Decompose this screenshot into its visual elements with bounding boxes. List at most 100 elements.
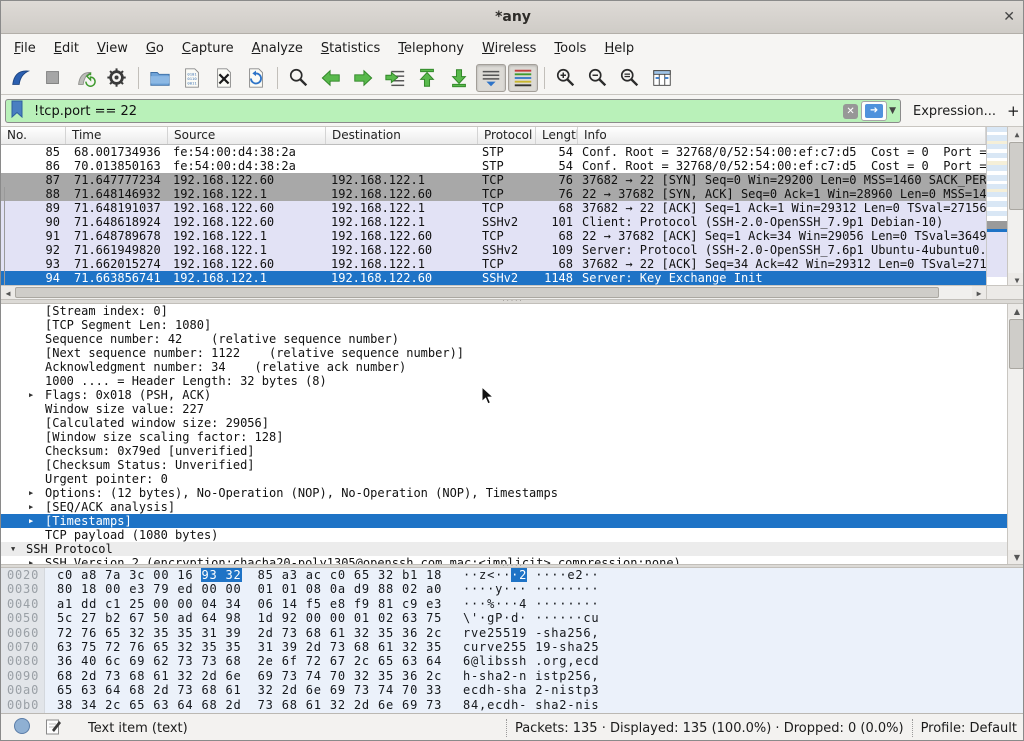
- packet-row-89[interactable]: 8971.648191037192.168.122.60192.168.122.…: [1, 201, 986, 215]
- close-file-button[interactable]: [209, 64, 239, 92]
- open-file-button[interactable]: [145, 64, 175, 92]
- packet-row-85[interactable]: 8568.001734936fe:54:00:d4:38:2aSTP54Conf…: [1, 145, 986, 159]
- display-filter-field[interactable]: ✕ ➜ ▼: [5, 99, 901, 123]
- expand-arrow-icon[interactable]: ▶: [29, 500, 33, 514]
- hex-row-00a0[interactable]: 00a065 63 64 68 2d 73 68 61 32 2d 6e 69 …: [1, 683, 1024, 697]
- detail-line[interactable]: 1000 .... = Header Length: 32 bytes (8): [1, 374, 1007, 388]
- detail-line[interactable]: [Next sequence number: 1122 (relative se…: [1, 346, 1007, 360]
- scroll-up-icon[interactable]: ▲: [1008, 127, 1024, 141]
- capture-options-button[interactable]: [102, 64, 132, 92]
- go-back-button[interactable]: [316, 64, 346, 92]
- hex-row-0050[interactable]: 00505c 27 b2 67 50 ad 64 98 1d 92 00 00 …: [1, 611, 1024, 625]
- column-header-time[interactable]: Time: [66, 127, 168, 144]
- zoom-out-button[interactable]: [583, 64, 613, 92]
- hex-row-0070[interactable]: 007063 75 72 76 65 32 35 35 31 39 2d 73 …: [1, 640, 1024, 654]
- packet-list-hscroll-thumb[interactable]: [15, 287, 939, 298]
- filter-bookmark-icon[interactable]: [10, 100, 24, 122]
- find-packet-button[interactable]: [284, 64, 314, 92]
- go-to-packet-button[interactable]: [380, 64, 410, 92]
- column-header-protocol[interactable]: Protocol: [478, 127, 536, 144]
- display-filter-input[interactable]: [32, 103, 843, 120]
- add-filter-button[interactable]: +: [1007, 102, 1020, 120]
- hex-row-0090[interactable]: 009068 2d 73 68 61 32 2d 6e 69 73 74 70 …: [1, 669, 1024, 683]
- colorize-toggle[interactable]: [508, 64, 538, 92]
- filter-dropdown-icon[interactable]: ▼: [889, 106, 896, 116]
- packet-row-91[interactable]: 9171.648789678192.168.122.1192.168.122.6…: [1, 229, 986, 243]
- stop-capture-button[interactable]: [38, 64, 68, 92]
- detail-line[interactable]: Window size value: 227: [1, 402, 1007, 416]
- go-to-bottom-button[interactable]: [444, 64, 474, 92]
- hex-row-0030[interactable]: 003080 18 00 e3 79 ed 00 00 01 01 08 0a …: [1, 582, 1024, 596]
- go-to-top-button[interactable]: [412, 64, 442, 92]
- hex-row-0080[interactable]: 008036 40 6c 69 62 73 73 68 2e 6f 72 67 …: [1, 654, 1024, 668]
- title-bar[interactable]: *any ✕: [1, 1, 1024, 34]
- go-forward-button[interactable]: [348, 64, 378, 92]
- detail-line[interactable]: Sequence number: 42 (relative sequence n…: [1, 332, 1007, 346]
- column-header-destination[interactable]: Destination: [326, 127, 478, 144]
- column-header-no[interactable]: No.: [1, 127, 66, 144]
- column-header-length[interactable]: Length: [536, 127, 578, 144]
- menu-item-view[interactable]: View: [88, 37, 137, 60]
- restart-capture-button[interactable]: [70, 64, 100, 92]
- reload-file-button[interactable]: [241, 64, 271, 92]
- scroll-up-icon[interactable]: ▲: [1008, 304, 1024, 318]
- expand-arrow-icon[interactable]: ▶: [29, 514, 33, 528]
- detail-line[interactable]: ▶[SEQ/ACK analysis]: [1, 500, 1007, 514]
- detail-line[interactable]: Urgent pointer: 0: [1, 472, 1007, 486]
- packet-list-header[interactable]: No.TimeSourceDestinationProtocolLengthIn…: [1, 127, 1007, 145]
- menu-item-file[interactable]: File: [5, 37, 45, 60]
- status-profile[interactable]: Profile: Default: [921, 721, 1017, 736]
- packet-row-93[interactable]: 9371.662015274192.168.122.60192.168.122.…: [1, 257, 986, 271]
- filter-clear-icon[interactable]: ✕: [843, 104, 858, 119]
- details-vscrollbar[interactable]: ▲ ▼: [1007, 304, 1024, 564]
- menu-item-analyze[interactable]: Analyze: [243, 37, 312, 60]
- detail-line[interactable]: Checksum: 0x79ed [unverified]: [1, 444, 1007, 458]
- menu-item-wireless[interactable]: Wireless: [473, 37, 545, 60]
- expand-arrow-icon[interactable]: ▶: [29, 388, 33, 402]
- menu-item-help[interactable]: Help: [595, 37, 643, 60]
- detail-line[interactable]: [Stream index: 0]: [1, 304, 1007, 318]
- detail-line[interactable]: [Window size scaling factor: 128]: [1, 430, 1007, 444]
- scroll-left-icon[interactable]: ◀: [1, 286, 15, 300]
- scroll-right-icon[interactable]: ▶: [972, 286, 986, 300]
- close-icon[interactable]: ✕: [1003, 9, 1015, 25]
- detail-line[interactable]: ▶Options: (12 bytes), No-Operation (NOP)…: [1, 486, 1007, 500]
- packet-list-vscrollbar[interactable]: ▲ ▼: [1007, 127, 1024, 287]
- menu-item-edit[interactable]: Edit: [45, 37, 88, 60]
- packet-row-88[interactable]: 8871.648146932192.168.122.1192.168.122.6…: [1, 187, 986, 201]
- scroll-down-icon[interactable]: ▼: [1008, 550, 1024, 564]
- packet-row-86[interactable]: 8670.013850163fe:54:00:d4:38:2aSTP54Conf…: [1, 159, 986, 173]
- zoom-reset-button[interactable]: [615, 64, 645, 92]
- expert-info-icon[interactable]: [13, 717, 31, 739]
- hex-row-0020[interactable]: 0020c0 a8 7a 3c 00 16 93 32 85 a3 ac c0 …: [1, 568, 1024, 582]
- packet-list-vscroll-thumb[interactable]: [1009, 142, 1024, 210]
- zoom-in-button[interactable]: [551, 64, 581, 92]
- column-header-source[interactable]: Source: [168, 127, 326, 144]
- detail-line[interactable]: ▶[Timestamps]: [1, 514, 1007, 528]
- detail-line[interactable]: [TCP Segment Len: 1080]: [1, 318, 1007, 332]
- menu-item-tools[interactable]: Tools: [545, 37, 595, 60]
- detail-line[interactable]: Acknowledgment number: 34 (relative ack …: [1, 360, 1007, 374]
- column-header-info[interactable]: Info: [578, 127, 986, 144]
- menu-item-go[interactable]: Go: [137, 37, 173, 60]
- detail-line[interactable]: ▼SSH Protocol: [1, 542, 1007, 556]
- capture-comment-icon[interactable]: [45, 718, 62, 739]
- hex-row-00b0[interactable]: 00b038 34 2c 65 63 64 68 2d 73 68 61 32 …: [1, 698, 1024, 712]
- packet-row-92[interactable]: 9271.661949820192.168.122.1192.168.122.6…: [1, 243, 986, 257]
- hex-row-0040[interactable]: 0040a1 dd c1 25 00 00 04 34 06 14 f5 e8 …: [1, 597, 1024, 611]
- packet-row-87[interactable]: 8771.647777234192.168.122.60192.168.122.…: [1, 173, 986, 187]
- packet-bytes-pane[interactable]: 0020c0 a8 7a 3c 00 16 93 32 85 a3 ac c0 …: [1, 568, 1024, 713]
- packet-list-hscrollbar[interactable]: ◀ ▶: [1, 285, 986, 299]
- save-file-button[interactable]: 010101100011: [177, 64, 207, 92]
- auto-scroll-toggle[interactable]: [476, 64, 506, 92]
- start-capture-button[interactable]: [6, 64, 36, 92]
- menu-item-telephony[interactable]: Telephony: [389, 37, 473, 60]
- detail-line[interactable]: ▶Flags: 0x018 (PSH, ACK): [1, 388, 1007, 402]
- menu-item-statistics[interactable]: Statistics: [312, 37, 389, 60]
- detail-line[interactable]: [Checksum Status: Unverified]: [1, 458, 1007, 472]
- packet-row-94[interactable]: 9471.663856741192.168.122.1192.168.122.6…: [1, 271, 986, 285]
- expand-arrow-icon[interactable]: ▶: [29, 556, 33, 564]
- collapse-arrow-icon[interactable]: ▼: [11, 542, 15, 556]
- expression-button[interactable]: Expression...: [913, 104, 996, 119]
- filter-apply-button[interactable]: ➜: [861, 101, 887, 121]
